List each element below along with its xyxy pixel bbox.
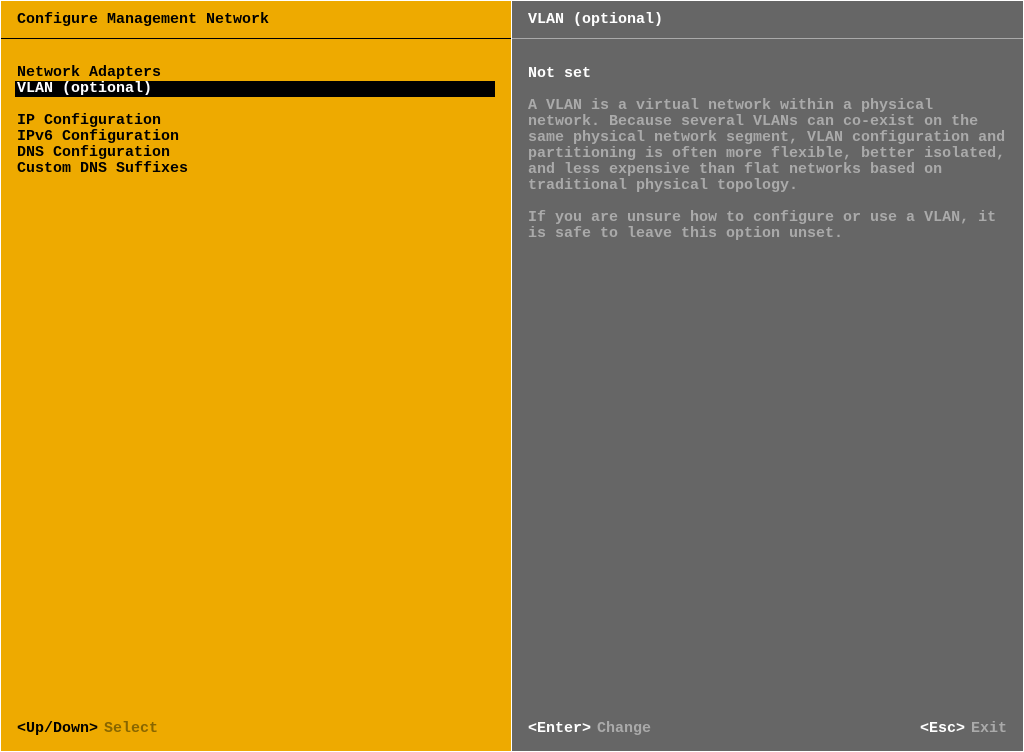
left-panel-title: Configure Management Network bbox=[1, 1, 511, 39]
left-panel: Configure Management Network Network Ada… bbox=[1, 1, 512, 751]
menu-item-custom-dns-suffixes[interactable]: Custom DNS Suffixes bbox=[17, 161, 511, 177]
right-body: Not set A VLAN is a virtual network with… bbox=[512, 39, 1023, 710]
right-footer: <Enter> Change <Esc> Exit bbox=[512, 710, 1023, 751]
vlan-description-1: A VLAN is a virtual network within a phy… bbox=[528, 98, 1007, 194]
vlan-description-2: If you are unsure how to configure or us… bbox=[528, 210, 1007, 242]
menu-item-dns-configuration[interactable]: DNS Configuration bbox=[17, 145, 511, 161]
esc-key-hint: <Esc> bbox=[920, 720, 965, 737]
menu-list[interactable]: Network Adapters VLAN (optional) IP Conf… bbox=[1, 39, 511, 710]
menu-item-ip-configuration[interactable]: IP Configuration bbox=[17, 113, 511, 129]
updown-action-hint: Select bbox=[104, 720, 158, 737]
menu-item-network-adapters[interactable]: Network Adapters bbox=[17, 65, 511, 81]
enter-hint: <Enter> Change bbox=[528, 720, 651, 737]
menu-item-vlan[interactable]: VLAN (optional) bbox=[15, 81, 495, 97]
esc-action-hint: Exit bbox=[971, 720, 1007, 737]
enter-action-hint: Change bbox=[597, 720, 651, 737]
vlan-status: Not set bbox=[528, 65, 1007, 82]
right-panel-title: VLAN (optional) bbox=[512, 1, 1023, 39]
main-container: Configure Management Network Network Ada… bbox=[0, 0, 1024, 752]
menu-item-ipv6-configuration[interactable]: IPv6 Configuration bbox=[17, 129, 511, 145]
menu-spacer bbox=[17, 97, 511, 113]
enter-key-hint: <Enter> bbox=[528, 720, 591, 737]
left-footer: <Up/Down> Select bbox=[1, 710, 511, 751]
esc-hint: <Esc> Exit bbox=[920, 720, 1007, 737]
updown-key-hint: <Up/Down> bbox=[17, 720, 98, 737]
right-panel: VLAN (optional) Not set A VLAN is a virt… bbox=[512, 1, 1023, 751]
